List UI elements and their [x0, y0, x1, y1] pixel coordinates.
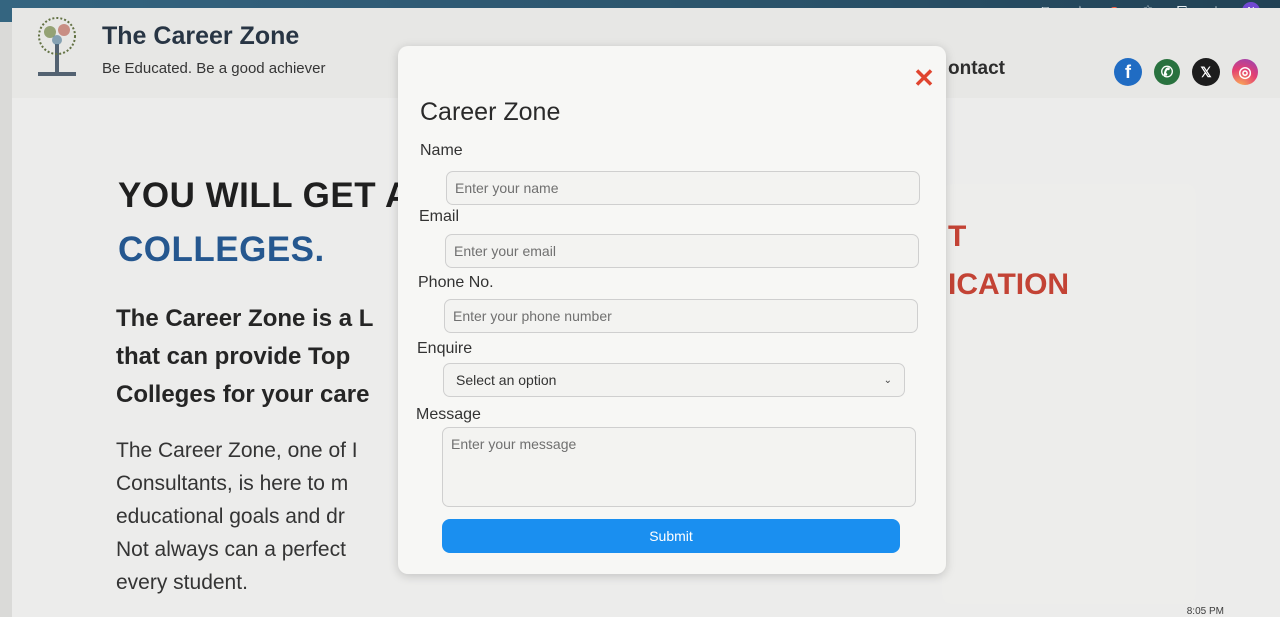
enquire-label: Enquire — [417, 340, 473, 357]
name-field[interactable] — [446, 171, 920, 205]
chevron-down-icon: ⌄ — [883, 374, 892, 386]
message-field[interactable] — [442, 427, 916, 507]
modal-title: Career Zone — [420, 98, 561, 126]
name-label: Name — [420, 142, 463, 159]
enquire-selected-value: Select an option — [456, 372, 557, 388]
close-icon[interactable]: ✕ — [912, 65, 936, 91]
enquire-select[interactable]: Select an option ⌄ — [443, 363, 905, 397]
enquiry-modal: ✕ Career Zone Name Email Phone No. Enqui… — [398, 46, 946, 574]
phone-label: Phone No. — [418, 274, 494, 291]
phone-field[interactable] — [444, 299, 918, 333]
submit-button[interactable]: Submit — [442, 519, 900, 553]
email-field[interactable] — [445, 234, 919, 268]
email-label: Email — [419, 208, 460, 225]
message-label: Message — [416, 406, 481, 423]
